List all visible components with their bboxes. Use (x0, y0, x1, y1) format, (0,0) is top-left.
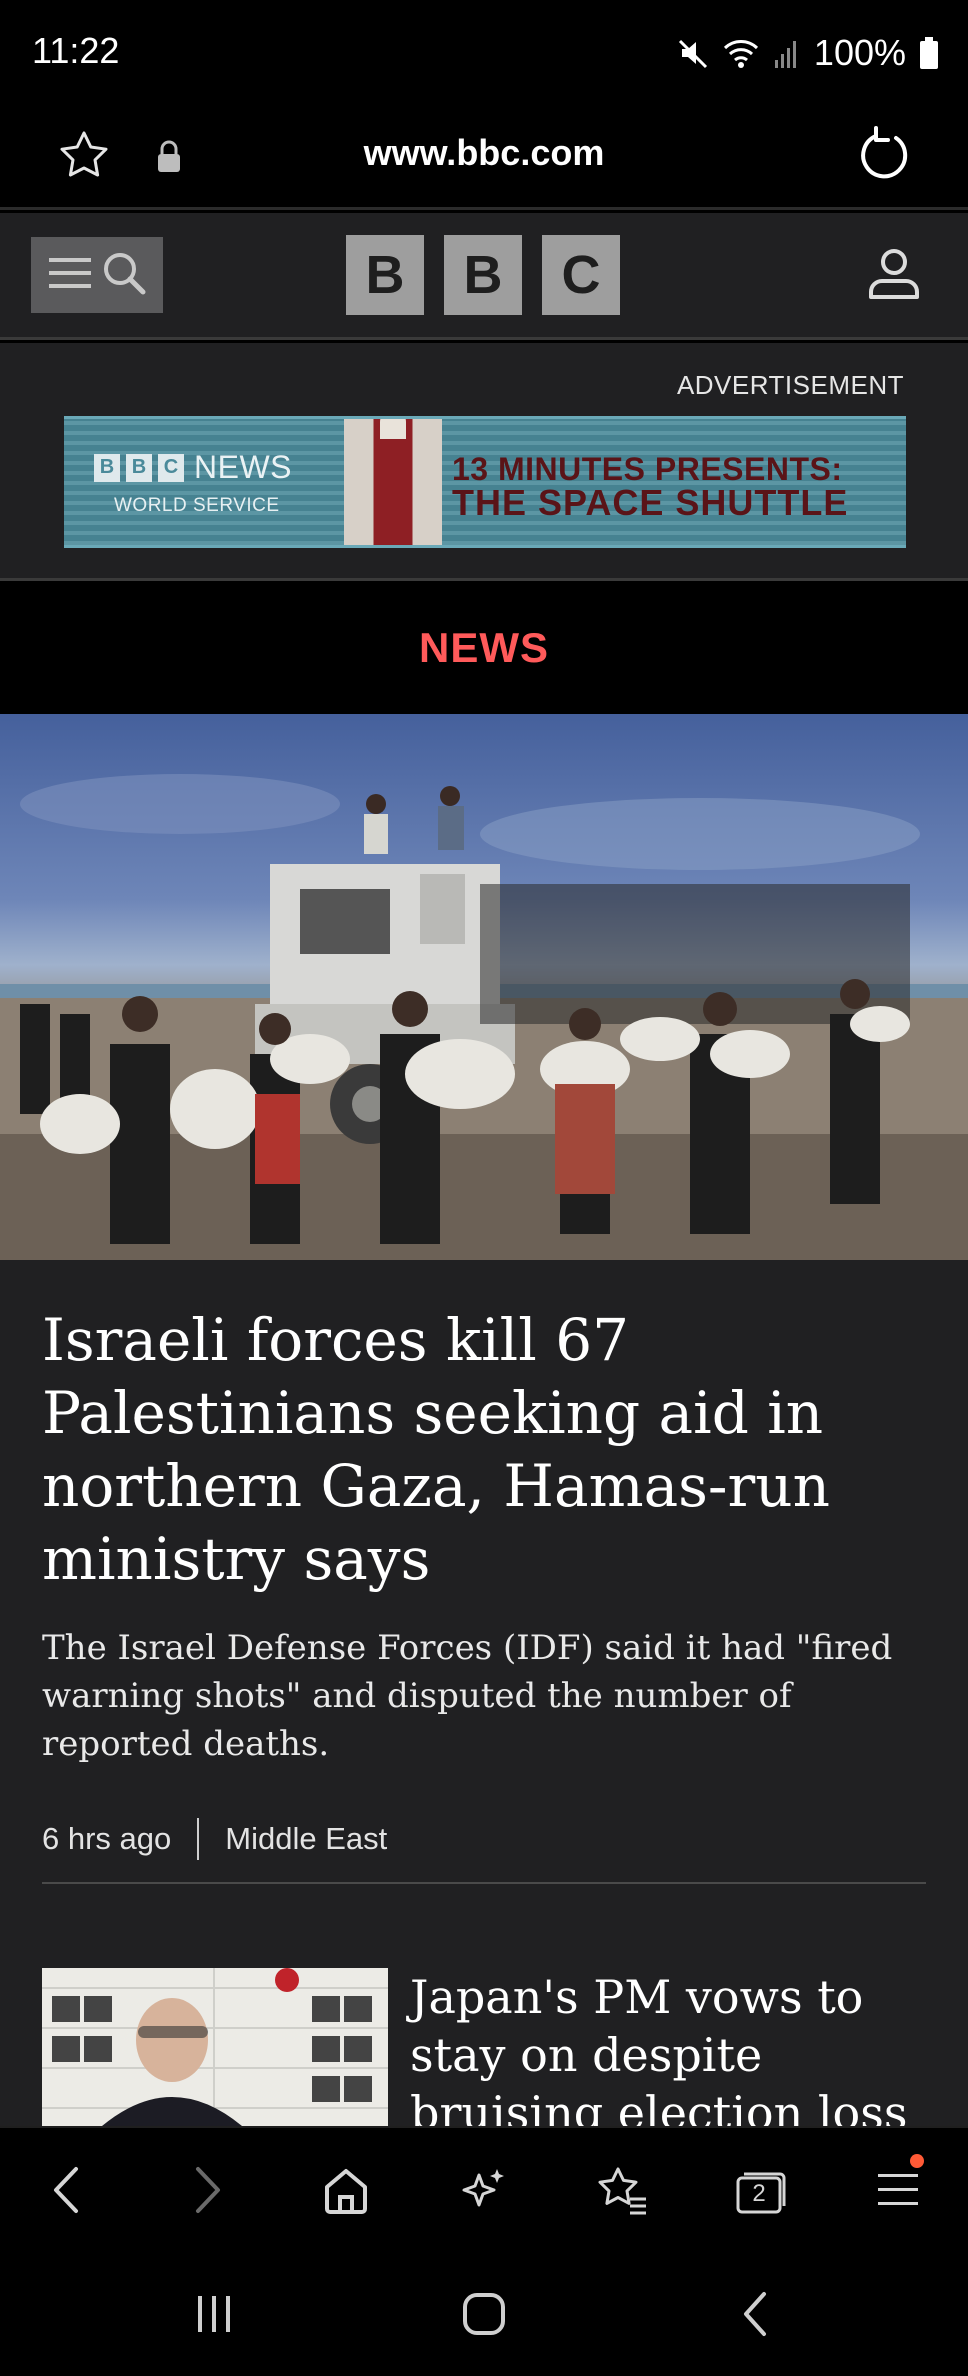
recent-apps-button[interactable] (184, 2286, 244, 2346)
ad-brand-letter: B (94, 453, 120, 482)
wifi-icon (722, 37, 760, 69)
ad-brand: B B C NEWS (94, 449, 292, 486)
ad-brand-letter: C (158, 453, 184, 482)
status-icons: 100% (678, 30, 938, 76)
hero-image[interactable] (0, 714, 968, 1260)
bbc-logo[interactable]: B B C (346, 235, 620, 315)
mute-icon (678, 37, 708, 69)
browser-address-bar: www.bbc.com (0, 106, 968, 210)
ad-rocket-image (344, 419, 442, 545)
recent-apps-icon (192, 2292, 236, 2341)
reload-icon[interactable] (854, 126, 914, 191)
search-icon (101, 250, 147, 301)
back-button[interactable] (36, 2162, 96, 2222)
menu-search-button[interactable] (31, 237, 163, 313)
tabs-icon: 2 (734, 2170, 786, 2214)
ad-headline-line2: THE SPACE SHUTTLE (452, 482, 849, 523)
browser-bottom-toolbar: 2 (0, 2126, 968, 2250)
signal-icon (774, 38, 800, 68)
battery-percent: 100% (813, 32, 906, 73)
bbc-header: B B C (0, 213, 968, 340)
second-story-headline[interactable]: Japan's PM vows to stay on despite bruis… (410, 1968, 930, 2126)
url-text[interactable]: www.bbc.com (0, 132, 968, 174)
bbc-logo-letter: C (542, 235, 620, 315)
ai-sparkle-icon (459, 2165, 509, 2220)
advertisement-banner[interactable]: B B C NEWS WORLD SERVICE 13 MINUTES PRES… (64, 416, 906, 548)
system-home-button[interactable] (454, 2286, 514, 2346)
battery-icon (920, 37, 938, 69)
hero-photo-illustration (0, 774, 968, 1260)
back-icon (46, 2165, 86, 2220)
browser-menu-button[interactable] (868, 2154, 928, 2222)
article-headline[interactable]: Israeli forces kill 67 Palestinians seek… (42, 1304, 922, 1596)
notification-dot (910, 2154, 924, 2168)
article-divider (42, 1882, 926, 1884)
home-button[interactable] (316, 2162, 376, 2222)
ad-brand-subtitle: WORLD SERVICE (114, 495, 280, 516)
article-timestamp: 6 hrs ago (42, 1821, 172, 1856)
article-summary: The Israel Defense Forces (IDF) said it … (42, 1628, 893, 1764)
bbc-logo-letter: B (444, 235, 522, 315)
system-back-button[interactable] (726, 2286, 786, 2346)
tabs-button[interactable]: 2 (730, 2162, 790, 2222)
ad-brand-letter: B (126, 453, 152, 482)
account-icon[interactable] (866, 245, 922, 306)
ad-headline-line1: 13 MINUTES PRESENTS: (452, 451, 843, 487)
article-meta: 6 hrs ago Middle East (42, 1818, 387, 1860)
forward-icon (188, 2165, 228, 2220)
back-icon (736, 2290, 776, 2343)
home-icon (321, 2165, 371, 2220)
system-navigation-bar (0, 2250, 968, 2376)
article-topic[interactable]: Middle East (225, 1821, 387, 1857)
second-story-photo (42, 1968, 388, 2126)
forward-button[interactable] (178, 2162, 238, 2222)
second-story[interactable]: Japan's PM vows to stay on despite bruis… (42, 1968, 942, 2126)
bookmarks-button[interactable] (592, 2162, 652, 2222)
section-title[interactable]: NEWS (0, 624, 968, 672)
advertisement-section: ADVERTISEMENT B B C NEWS WORLD SERVICE 1… (0, 343, 968, 581)
bbc-logo-letter: B (346, 235, 424, 315)
meta-separator (197, 1818, 200, 1860)
menu-icon (47, 253, 93, 298)
advertisement-label: ADVERTISEMENT (676, 370, 904, 400)
bookmarks-icon (596, 2165, 648, 2220)
status-bar: 11:22 100% (0, 0, 968, 106)
section-title-bar: NEWS (0, 584, 968, 714)
ad-headline: 13 MINUTES PRESENTS: THE SPACE SHUTTLE (452, 453, 848, 521)
home-icon (461, 2291, 507, 2342)
status-time: 11:22 (32, 30, 120, 71)
ai-assistant-button[interactable] (454, 2162, 514, 2222)
second-story-thumbnail (42, 1968, 388, 2126)
menu-icon (876, 2168, 920, 2217)
ad-brand-name: NEWS (194, 449, 292, 485)
main-article: Israeli forces kill 67 Palestinians seek… (0, 1260, 968, 2126)
tab-count: 2 (752, 2180, 766, 2207)
